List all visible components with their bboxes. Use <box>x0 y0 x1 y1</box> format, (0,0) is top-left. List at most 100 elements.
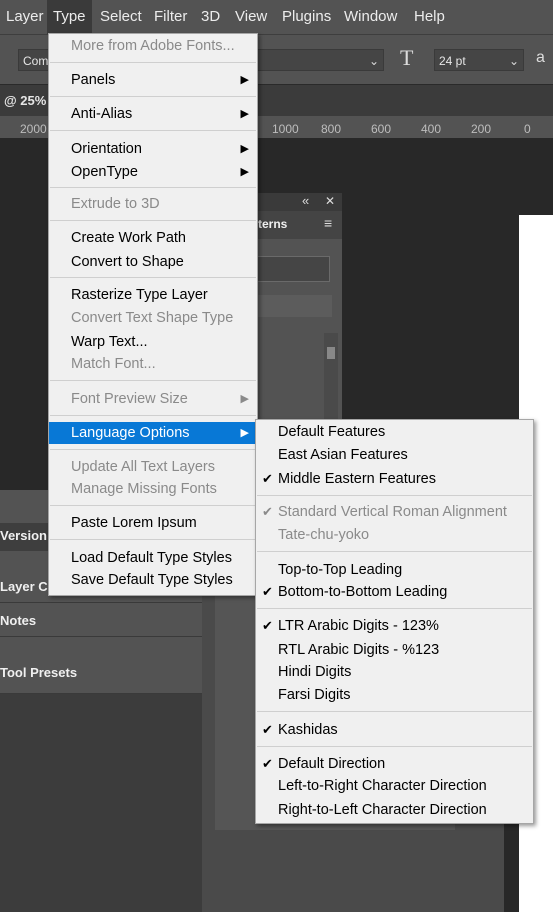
menu-separator <box>257 746 532 747</box>
panel-version[interactable]: Version <box>0 528 47 543</box>
menu-item-label: Kashidas <box>278 722 338 738</box>
menu-item-orientation[interactable]: Orientation ▶ <box>49 138 257 160</box>
menu-item-farsi-digits[interactable]: Farsi Digits <box>256 684 533 706</box>
menu-item-paste-lorem-ipsum[interactable]: Paste Lorem Ipsum <box>49 512 257 534</box>
menu-item-right-to-left-character-direction[interactable]: Right-to-Left Character Direction <box>256 799 533 821</box>
menu-separator <box>50 277 256 278</box>
menu-item-label: Convert to Shape <box>71 254 184 270</box>
panel-menu-icon[interactable]: ≡ <box>324 215 332 231</box>
menu-item-ltr-arabic-digits[interactable]: ✔ LTR Arabic Digits - 123% <box>256 615 533 637</box>
menu-item-label: Left-to-Right Character Direction <box>278 778 487 794</box>
menu-item-rasterize-type-layer[interactable]: Rasterize Type Layer <box>49 284 257 306</box>
menu-separator <box>50 187 256 188</box>
menu-item-label: Manage Missing Fonts <box>71 481 217 497</box>
menu-separator <box>50 505 256 506</box>
menu-item-left-to-right-character-direction[interactable]: Left-to-Right Character Direction <box>256 775 533 797</box>
menu-item-opentype[interactable]: OpenType ▶ <box>49 161 257 183</box>
menu-item-label: Match Font... <box>71 356 156 372</box>
panel-tool-presets[interactable]: Tool Presets <box>0 665 77 680</box>
checkmark-icon: ✔ <box>262 471 273 486</box>
checkmark-icon: ✔ <box>262 722 273 737</box>
menu-item-label: More from Adobe Fonts... <box>71 38 235 54</box>
menu-item-manage-missing-fonts: Manage Missing Fonts <box>49 478 257 500</box>
collapse-icon[interactable]: « <box>302 193 309 208</box>
menu-item-save-default-type-styles[interactable]: Save Default Type Styles <box>49 569 257 591</box>
menu-window[interactable]: Window <box>338 0 403 34</box>
menu-item-anti-alias[interactable]: Anti-Alias ▶ <box>49 103 257 125</box>
divider <box>0 602 202 603</box>
menu-layer[interactable]: Layer <box>0 0 50 34</box>
menu-item-default-direction[interactable]: ✔ Default Direction <box>256 753 533 775</box>
menu-item-tate-chu-yoko: Tate-chu-yoko <box>256 524 533 546</box>
menu-item-load-default-type-styles[interactable]: Load Default Type Styles <box>49 547 257 569</box>
menu-item-panels[interactable]: Panels ▶ <box>49 69 257 91</box>
menu-item-label: Right-to-Left Character Direction <box>278 802 487 818</box>
menu-filter[interactable]: Filter <box>148 0 193 34</box>
ruler-tick: 1000 <box>272 122 299 136</box>
menu-separator <box>50 220 256 221</box>
divider <box>0 636 202 637</box>
menu-item-default-features[interactable]: Default Features <box>256 421 533 443</box>
menu-plugins[interactable]: Plugins <box>276 0 337 34</box>
submenu-arrow-icon: ▶ <box>240 108 249 120</box>
menu-item-label: Font Preview Size <box>71 391 188 407</box>
font-size-icon: T <box>400 45 413 71</box>
checkmark-icon: ✔ <box>262 584 273 599</box>
anti-alias-icon[interactable]: a <box>536 49 545 67</box>
scrollbar-thumb[interactable] <box>327 347 335 359</box>
menu-view[interactable]: View <box>229 0 273 34</box>
menu-item-top-to-top-leading[interactable]: Top-to-Top Leading <box>256 559 533 581</box>
panel-notes[interactable]: Notes <box>0 613 36 628</box>
menu-item-hindi-digits[interactable]: Hindi Digits <box>256 661 533 683</box>
checkmark-icon: ✔ <box>262 756 273 771</box>
menu-item-standard-vertical-roman-alignment: ✔ Standard Vertical Roman Alignment <box>256 501 533 523</box>
menu-item-label: East Asian Features <box>278 447 408 463</box>
menu-separator <box>50 130 256 131</box>
menu-item-update-all-text-layers: Update All Text Layers <box>49 456 257 478</box>
menu-item-east-asian-features[interactable]: East Asian Features <box>256 444 533 466</box>
menu-item-warp-text[interactable]: Warp Text... <box>49 331 257 353</box>
menu-separator <box>50 539 256 540</box>
panel-row[interactable] <box>256 295 332 317</box>
menu-separator <box>50 62 256 63</box>
menu-item-extrude-to-3d: Extrude to 3D <box>49 193 257 215</box>
menu-item-rtl-arabic-digits[interactable]: RTL Arabic Digits - %123 <box>256 639 533 661</box>
menu-item-create-work-path[interactable]: Create Work Path <box>49 227 257 249</box>
ruler-tick: 0 <box>524 122 531 136</box>
ruler-tick: 600 <box>371 122 392 136</box>
anti-alias-glyph: a <box>536 49 545 66</box>
menu-item-label: Rasterize Type Layer <box>71 287 208 303</box>
menu-item-bottom-to-bottom-leading[interactable]: ✔ Bottom-to-Bottom Leading <box>256 581 533 603</box>
menu-item-label: Default Features <box>278 424 386 440</box>
menu-item-label: Tate-chu-yoko <box>278 527 370 543</box>
menu-item-label: LTR Arabic Digits - 123% <box>278 618 439 634</box>
menu-help[interactable]: Help <box>408 0 451 34</box>
font-family-value: Com <box>23 54 49 68</box>
menu-item-label: Update All Text Layers <box>71 459 216 475</box>
menu-item-label: Panels <box>71 72 116 88</box>
menu-item-label: Load Default Type Styles <box>71 550 232 566</box>
menu-select[interactable]: Select <box>94 0 148 34</box>
menu-separator <box>257 551 532 552</box>
menubar: Layer Type Select Filter 3D View Plugins… <box>0 0 553 34</box>
language-options-submenu: Default Features East Asian Features ✔ Mi… <box>255 419 534 824</box>
menu-item-label: Top-to-Top Leading <box>278 562 403 578</box>
menu-item-language-options[interactable]: Language Options ▶ <box>49 422 257 444</box>
ruler-tick: 400 <box>421 122 442 136</box>
menu-item-middle-eastern-features[interactable]: ✔ Middle Eastern Features <box>256 468 533 490</box>
font-size-select[interactable]: 24 pt ⌄ <box>434 49 524 71</box>
menu-item-convert-text-shape-type: Convert Text Shape Type <box>49 307 257 329</box>
menu-item-label: Orientation <box>71 141 142 157</box>
close-icon[interactable]: ✕ <box>325 194 335 208</box>
menu-separator <box>50 449 256 450</box>
checkmark-icon: ✔ <box>262 618 273 633</box>
menu-3d[interactable]: 3D <box>195 0 226 34</box>
submenu-arrow-icon: ▶ <box>240 166 249 178</box>
panel-search-field[interactable] <box>256 256 330 282</box>
menu-item-kashidas[interactable]: ✔ Kashidas <box>256 719 533 741</box>
menu-item-label: Anti-Alias <box>71 106 133 122</box>
tab-patterns[interactable]: terns <box>258 217 287 231</box>
menu-item-convert-to-shape[interactable]: Convert to Shape <box>49 251 257 273</box>
menu-item-label: Hindi Digits <box>278 664 352 680</box>
menu-type[interactable]: Type <box>47 0 92 34</box>
